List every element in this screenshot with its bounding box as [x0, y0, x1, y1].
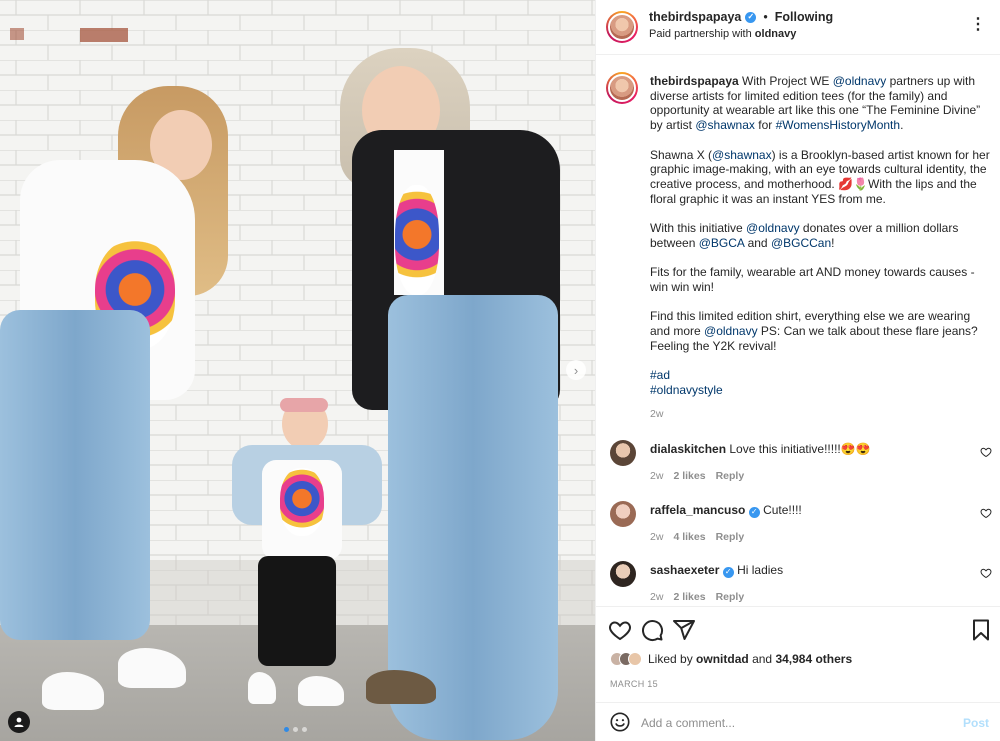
caption-paragraph-2: Shawna X (@shawnax) is a Brooklyn-based … [650, 148, 993, 207]
comment-text: dialaskitchen Love this initiative!!!!!😍… [650, 442, 871, 456]
commenter-username[interactable]: dialaskitchen [650, 442, 726, 456]
comment-time[interactable]: 2w [650, 470, 663, 482]
carousel-dot-1 [284, 727, 289, 732]
user-tag-icon [14, 717, 24, 727]
hashtag-oldnavystyle[interactable]: #oldnavystyle [650, 383, 993, 398]
comment-meta: 2w 2 likes Reply [650, 470, 744, 482]
author-username[interactable]: thebirdspapaya [649, 10, 741, 24]
paid-partnership-prefix: Paid partnership with [649, 28, 752, 40]
comment-like-heart-icon[interactable] [980, 446, 992, 458]
add-comment-bar: Post [596, 702, 1000, 741]
comment-likes[interactable]: 4 likes [673, 531, 705, 543]
liked-by-joiner: and [752, 652, 773, 666]
comment-text: raffela_mancuso ✓ Cute!!!! [650, 503, 802, 518]
comment-meta: 2w 4 likes Reply [650, 531, 744, 543]
paid-partnership-label: Paid partnership with oldnavy [649, 28, 796, 40]
comment-time[interactable]: 2w [650, 591, 663, 603]
caption-paragraph-4: Fits for the family, wearable art AND mo… [650, 265, 993, 294]
caption-link[interactable]: @shawnax [712, 148, 772, 162]
commenter-avatar[interactable] [610, 440, 636, 466]
liked-by-row: Liked by ownitdad and 34,984 others [610, 652, 852, 666]
comment-body: Cute!!!! [763, 503, 802, 517]
caption-link[interactable]: @BGCA [699, 236, 745, 250]
caption-link[interactable]: @oldnavy [833, 74, 887, 88]
commenter-avatar[interactable] [610, 561, 636, 587]
post-date[interactable]: MARCH 15 [610, 679, 658, 689]
carousel-indicator [284, 727, 307, 732]
caption-text: for [754, 118, 776, 133]
caption-text: With this initiative [650, 221, 747, 235]
reply-button[interactable]: Reply [716, 531, 745, 543]
caption-link[interactable]: @BGCCan [771, 236, 831, 250]
comment-icon[interactable] [640, 618, 664, 642]
likes-count[interactable]: 34,984 others [775, 652, 852, 666]
liked-by-prefix: Liked by [648, 652, 693, 666]
caption-timestamp[interactable]: 2w [650, 408, 663, 420]
caption-text: Fits for the family, wearable art AND mo… [650, 265, 975, 294]
header-user-row: thebirdspapaya ✓ • Following [649, 10, 833, 24]
commenter-avatar[interactable] [610, 501, 636, 527]
liked-by-text: Liked by ownitdad and 34,984 others [648, 652, 852, 666]
commenter-username[interactable]: sashaexeter [650, 563, 719, 577]
caption-link[interactable]: @shawnax [695, 118, 755, 132]
caption-link[interactable]: #WomensHistoryMonth [776, 118, 901, 132]
caption-text: Shawna X ( [650, 147, 713, 162]
comment-body: Hi ladies [737, 563, 784, 577]
post-header: thebirdspapaya ✓ • Following Paid partne… [596, 0, 1000, 55]
comment-like-heart-icon[interactable] [980, 567, 992, 579]
comment-input[interactable] [641, 712, 941, 734]
caption-username[interactable]: thebirdspapaya [650, 74, 739, 88]
reply-button[interactable]: Reply [716, 591, 745, 603]
liker-avatar[interactable] [628, 652, 642, 666]
liked-by-user[interactable]: ownitdad [696, 652, 749, 666]
more-horizontal-icon: ⋮ [970, 16, 987, 33]
hashtag-ad[interactable]: #ad [650, 368, 993, 383]
caption-paragraph-5: Find this limited edition shirt, everyth… [650, 309, 993, 353]
verified-badge-icon: ✓ [722, 566, 734, 578]
caption-author-avatar[interactable] [606, 72, 638, 104]
caption-text: . [900, 118, 904, 133]
following-button[interactable]: Following [775, 10, 833, 24]
post-comment-button[interactable]: Post [963, 716, 989, 730]
post-photo[interactable]: › [0, 0, 595, 741]
bookmark-icon[interactable] [969, 618, 993, 642]
comment-item: sashaexeter ✓ Hi ladies 2w 2 likes Reply [596, 561, 1000, 606]
partner-link[interactable]: oldnavy [755, 28, 797, 40]
user-tags-button[interactable] [8, 711, 30, 733]
chevron-right-icon: › [573, 362, 579, 378]
comment-item: raffela_mancuso ✓ Cute!!!! 2w 4 likes Re… [596, 501, 1000, 557]
comment-likes[interactable]: 2 likes [673, 470, 705, 482]
caption-text: With Project WE [742, 74, 833, 88]
caption-text: ! [831, 235, 835, 250]
more-options-button[interactable]: ⋮ [970, 14, 987, 34]
comment-item: dialaskitchen Love this initiative!!!!!😍… [596, 440, 1000, 496]
caption-paragraph-3: With this initiative @oldnavy donates ov… [650, 221, 993, 250]
author-avatar[interactable] [606, 11, 638, 43]
carousel-dot-3 [302, 727, 307, 732]
caption-link[interactable]: @oldnavy [746, 221, 800, 235]
verified-badge-icon: ✓ [748, 506, 760, 518]
comment-like-heart-icon[interactable] [980, 507, 992, 519]
post-actions: Liked by ownitdad and 34,984 others MARC… [596, 606, 1000, 701]
comment-text: sashaexeter ✓ Hi ladies [650, 563, 783, 578]
caption-text: and [744, 235, 771, 250]
carousel-next-button[interactable]: › [566, 360, 586, 380]
caption-scroll-area[interactable]: thebirdspapaya With Project WE @oldnavy … [596, 56, 1000, 606]
comment-meta: 2w 2 likes Reply [650, 591, 744, 603]
reply-button[interactable]: Reply [716, 470, 745, 482]
commenter-username[interactable]: raffela_mancuso [650, 503, 745, 517]
comment-likes[interactable]: 2 likes [673, 591, 705, 603]
heart-icon[interactable] [608, 618, 632, 642]
separator-dot: • [763, 10, 768, 24]
caption-paragraph-1: thebirdspapaya With Project WE @oldnavy … [650, 74, 993, 133]
comment-body: Love this initiative!!!!!😍😍 [729, 442, 871, 456]
carousel-dot-2 [293, 727, 298, 732]
emoji-icon[interactable] [609, 711, 631, 733]
comment-time[interactable]: 2w [650, 531, 663, 543]
post-caption: thebirdspapaya With Project WE @oldnavy … [650, 74, 993, 397]
verified-badge-icon: ✓ [745, 11, 757, 23]
caption-link[interactable]: @oldnavy [704, 324, 758, 338]
share-icon[interactable] [672, 618, 696, 642]
post-details-panel: thebirdspapaya ✓ • Following Paid partne… [595, 0, 1000, 741]
